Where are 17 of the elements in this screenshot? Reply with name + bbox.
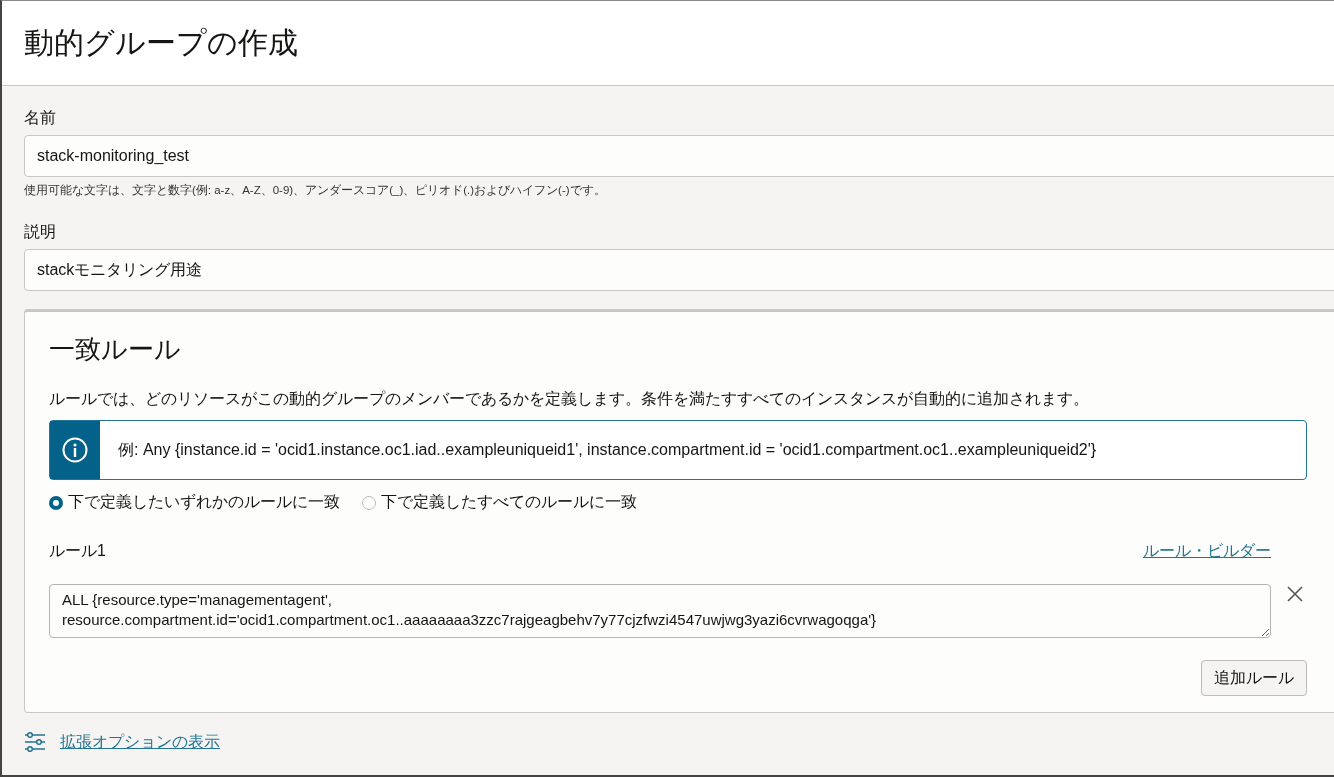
sliders-icon[interactable] [24,731,46,753]
advanced-options-link[interactable]: 拡張オプションの表示 [60,731,220,753]
field-hint: 使用可能な文字は、文字と数字(例: a-z、A-Z、0-9)、アンダースコア(_)、ピリオド(.)およびハイフン(-)です。 [24,183,607,198]
field-label: 名前 [24,108,57,128]
info-text: 例: Any {instance.id = 'ocid1.instance.oc1.iad..exampleuniqueid1', instance.compartment.id = 'ocid1.compartment.oc1..exampleuniqueid2'} [117,439,1097,460]
section-description: ルールでは、どのリソースがこの動的グループのメンバーであるかを定義します。条件を満たすすべてのインスタンスが自動的に追加されます。 [49,389,1090,409]
rule-label: ルール1 [49,541,106,561]
info-icon [62,437,88,463]
text-field[interactable]: stack-monitoring_test [24,135,1334,177]
text-field[interactable]: stackモニタリング用途 [24,249,1334,291]
section-title: 一致ルール [49,333,182,366]
rule-builder-link[interactable]: ルール・ビルダー [1143,541,1271,562]
field-label: 説明 [24,222,57,242]
page-title: 動的グループの作成 [24,24,298,61]
add-rule-button[interactable]: 追加ルール [1201,660,1307,696]
close-icon[interactable] [1285,584,1305,604]
rule-textarea[interactable]: ALL {resource.type='managementagent', resource.compartment.id='ocid1.compartment.oc1..aaaaaaaa3zzc7rajgeagbehv7y77cjzfwzi4547uwjwg3yazi6cvrwagoqga'} [49,584,1271,638]
